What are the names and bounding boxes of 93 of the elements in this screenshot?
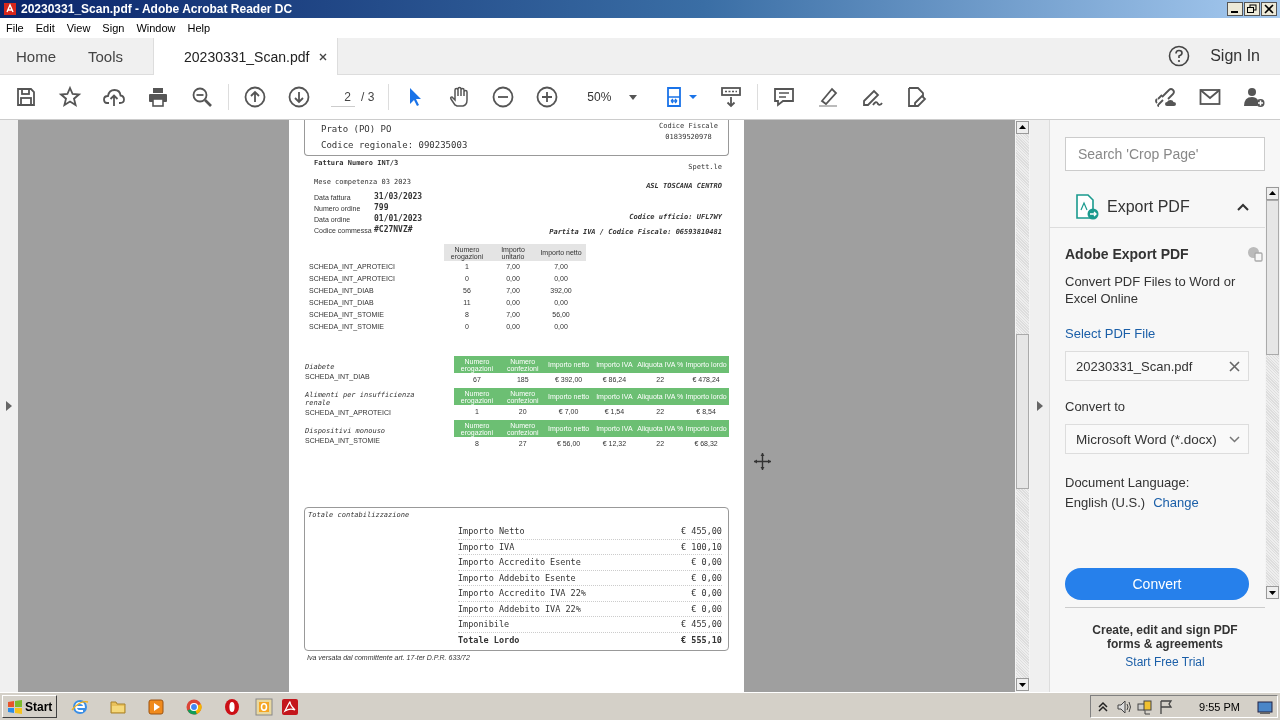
menu-item[interactable]: Edit xyxy=(35,22,55,34)
file-field[interactable]: 20230331_Scan.pdf xyxy=(1065,351,1249,381)
field-value: 799 xyxy=(374,203,390,213)
network-icon[interactable] xyxy=(1137,698,1154,715)
tab[interactable]: Tools xyxy=(72,38,140,74)
caret-icon xyxy=(629,94,638,100)
panel-heading: Adobe Export PDF xyxy=(1065,246,1189,262)
expand-left-pane-icon[interactable] xyxy=(6,401,12,411)
restore-button[interactable] xyxy=(1244,2,1260,16)
sender-address-line: Codice regionale: 090235003 xyxy=(321,139,468,152)
menu-item[interactable]: File xyxy=(6,22,24,34)
free-trial-link[interactable]: Start Free Trial xyxy=(1125,655,1205,669)
scroll-thumb[interactable] xyxy=(1266,200,1279,355)
panel-description: Convert PDF Files to Word or Excel Online xyxy=(1065,273,1237,307)
change-link[interactable]: Change xyxy=(1153,495,1199,510)
cursor-icon xyxy=(753,452,772,471)
windows-logo-icon xyxy=(7,699,23,714)
sender-address-line: Prato (PO) PO xyxy=(321,123,393,136)
print-icon[interactable] xyxy=(146,85,170,109)
add-user-icon[interactable] xyxy=(1242,85,1266,109)
field-label: Convert to xyxy=(1065,399,1126,414)
arrow-up-icon[interactable] xyxy=(243,85,267,109)
field-value: 31/03/2023 xyxy=(374,192,423,202)
flag-icon[interactable] xyxy=(1158,698,1175,715)
minimize-button[interactable] xyxy=(1227,2,1243,16)
total-value: € 0,00 xyxy=(691,588,722,599)
pdf-app-icon xyxy=(3,2,17,16)
total-value: € 455,00 xyxy=(681,619,722,630)
page-number-field[interactable]: 2 xyxy=(331,87,355,107)
close-icon[interactable] xyxy=(319,52,328,61)
chrome-icon[interactable] xyxy=(185,697,204,716)
language-value: English (U.S.) xyxy=(1065,495,1146,510)
page-count: / 3 xyxy=(361,90,375,104)
zoom-dropdown[interactable]: 50% xyxy=(579,90,646,104)
zoom-out-icon[interactable] xyxy=(491,85,516,109)
speaker-icon[interactable] xyxy=(1116,698,1133,715)
export-pdf-icon xyxy=(1075,193,1099,220)
collapse-pane-icon[interactable] xyxy=(1036,401,1043,411)
menu-item[interactable]: Help xyxy=(187,22,211,34)
field-label: Document Language: xyxy=(1065,475,1191,490)
show-desktop-icon[interactable] xyxy=(1257,698,1273,715)
browser-e-icon[interactable] xyxy=(71,697,90,716)
media-player-icon[interactable] xyxy=(147,697,166,716)
help-icon[interactable] xyxy=(1168,45,1191,67)
zoom-search-icon[interactable] xyxy=(190,85,214,109)
opera-icon[interactable] xyxy=(223,697,242,716)
total-label: Importo Accredito Esente xyxy=(458,557,581,568)
section-header[interactable]: Export PDF xyxy=(1050,186,1265,228)
select-file-link[interactable]: Select PDF File xyxy=(1065,326,1265,341)
start-button[interactable]: Start xyxy=(2,695,58,718)
total-value: € 0,00 xyxy=(691,557,722,568)
total-value: € 100,10 xyxy=(681,541,722,552)
total-label: Imponibile xyxy=(458,619,510,630)
clear-icon[interactable] xyxy=(1229,360,1240,372)
save-icon[interactable] xyxy=(14,85,38,109)
zoom-in-icon[interactable] xyxy=(535,85,560,109)
total-label: Importo Netto xyxy=(458,526,525,537)
window-title: 20230331_Scan.pdf - Adobe Acrobat Reader DC xyxy=(21,2,294,16)
fit-page-icon[interactable] xyxy=(665,85,700,109)
link-cloud-icon[interactable] xyxy=(1154,85,1178,109)
total-label: Importo IVA xyxy=(458,541,515,552)
scrollbar[interactable] xyxy=(1265,186,1280,600)
chevron-up-icon xyxy=(1237,202,1249,211)
star-icon[interactable] xyxy=(58,85,82,109)
format-dropdown[interactable]: Microsoft Word (*.docx) xyxy=(1065,424,1249,454)
search-field[interactable]: Search 'Crop Page' xyxy=(1065,137,1265,171)
scrollbar[interactable] xyxy=(1015,120,1030,692)
total-label: Importo Addebito IVA 22% xyxy=(458,603,581,614)
scroll-mode-icon[interactable] xyxy=(719,85,744,109)
clock: 9:55 PM xyxy=(1199,700,1240,713)
chevron-down-icon xyxy=(1229,435,1240,443)
arrow-down-icon[interactable] xyxy=(287,85,311,109)
menu-item[interactable]: Window xyxy=(136,22,176,34)
promo-text: Create, edit and sign PDF forms & agreements xyxy=(1091,623,1239,651)
total-value: € 555,10 xyxy=(681,635,722,646)
sign-in-button[interactable]: Sign In xyxy=(1210,47,1260,65)
scroll-thumb[interactable] xyxy=(1016,334,1029,489)
menu-item[interactable]: View xyxy=(66,22,91,34)
acrobat-icon[interactable] xyxy=(281,697,300,716)
tab[interactable]: 20230331_Scan.pdf xyxy=(153,37,339,76)
comment-icon[interactable] xyxy=(772,85,797,109)
field-value: #C27NVZ# xyxy=(374,225,414,235)
total-label: Totale Lordo xyxy=(458,635,520,646)
total-value: € 0,00 xyxy=(691,572,722,583)
total-label: Importo Addebito Esente xyxy=(458,572,576,583)
field-value: 01/01/2023 xyxy=(374,214,423,224)
total-value: € 0,00 xyxy=(691,603,722,614)
total-label: Importo Accredito IVA 22% xyxy=(458,588,586,599)
convert-button[interactable]: Convert xyxy=(1065,568,1249,600)
menu-item[interactable]: Sign xyxy=(102,22,125,34)
tab[interactable]: Home xyxy=(0,38,72,74)
total-value: € 455,00 xyxy=(681,526,722,537)
close-button[interactable] xyxy=(1261,2,1277,16)
